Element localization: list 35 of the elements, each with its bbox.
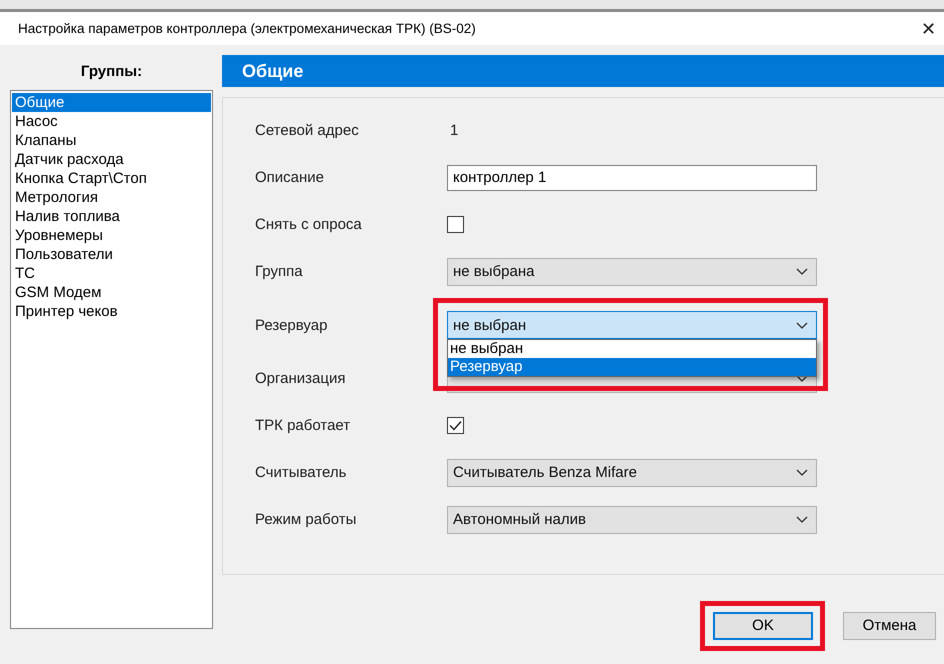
close-button[interactable]: ✕ — [921, 18, 936, 40]
section-header: Общие — [222, 55, 944, 87]
dialog-button[interactable]: Отмена — [843, 612, 936, 640]
group-item[interactable]: Датчик расхода — [12, 150, 211, 169]
field-label: ТРК работает — [254, 417, 352, 434]
groups-heading: Группы: — [80, 62, 144, 82]
group-item[interactable]: Пользователи — [12, 245, 211, 264]
field-value: 1 — [449, 122, 458, 139]
field-label: Описание — [254, 169, 326, 186]
field-label: Режим работы — [254, 511, 358, 528]
group-item[interactable]: ТС — [12, 264, 211, 283]
group-item[interactable]: GSM Модем — [12, 283, 211, 302]
field-label: Группа — [254, 263, 304, 280]
field-label: Сетевой адрес — [254, 122, 360, 139]
group-item[interactable]: Кнопка Старт\Стоп — [12, 169, 211, 188]
dropdown[interactable]: не выбрана — [447, 258, 817, 286]
dropdown[interactable]: Автономный налив — [447, 506, 817, 534]
group-item[interactable]: Общие — [12, 93, 211, 112]
group-item[interactable]: Насос — [12, 112, 211, 131]
field-label: Считыватель — [254, 464, 348, 481]
dropdown-option[interactable]: Резервуар — [448, 358, 816, 376]
input-field[interactable]: контроллер 1 — [447, 164, 817, 190]
dropdown[interactable]: не выбран — [447, 311, 817, 339]
dialog-button[interactable]: OK — [713, 612, 813, 640]
field-label: Организация — [254, 370, 346, 387]
group-item[interactable]: Налив топлива — [12, 207, 211, 226]
dropdown-option[interactable]: не выбран — [448, 340, 816, 358]
group-item[interactable]: Уровнемеры — [12, 226, 211, 245]
group-item[interactable]: Принтер чеков — [12, 302, 211, 321]
dropdown[interactable]: Считыватель Benza Mifare — [447, 458, 817, 486]
window-title: Настройка параметров контроллера (электромеханическая ТРК) (BS-02) — [18, 21, 476, 36]
field-label: Резервуар — [254, 316, 328, 334]
group-item[interactable]: Метрология — [12, 188, 211, 207]
field-label: Снять с опроса — [254, 216, 363, 233]
group-item[interactable]: Клапаны — [12, 131, 211, 150]
